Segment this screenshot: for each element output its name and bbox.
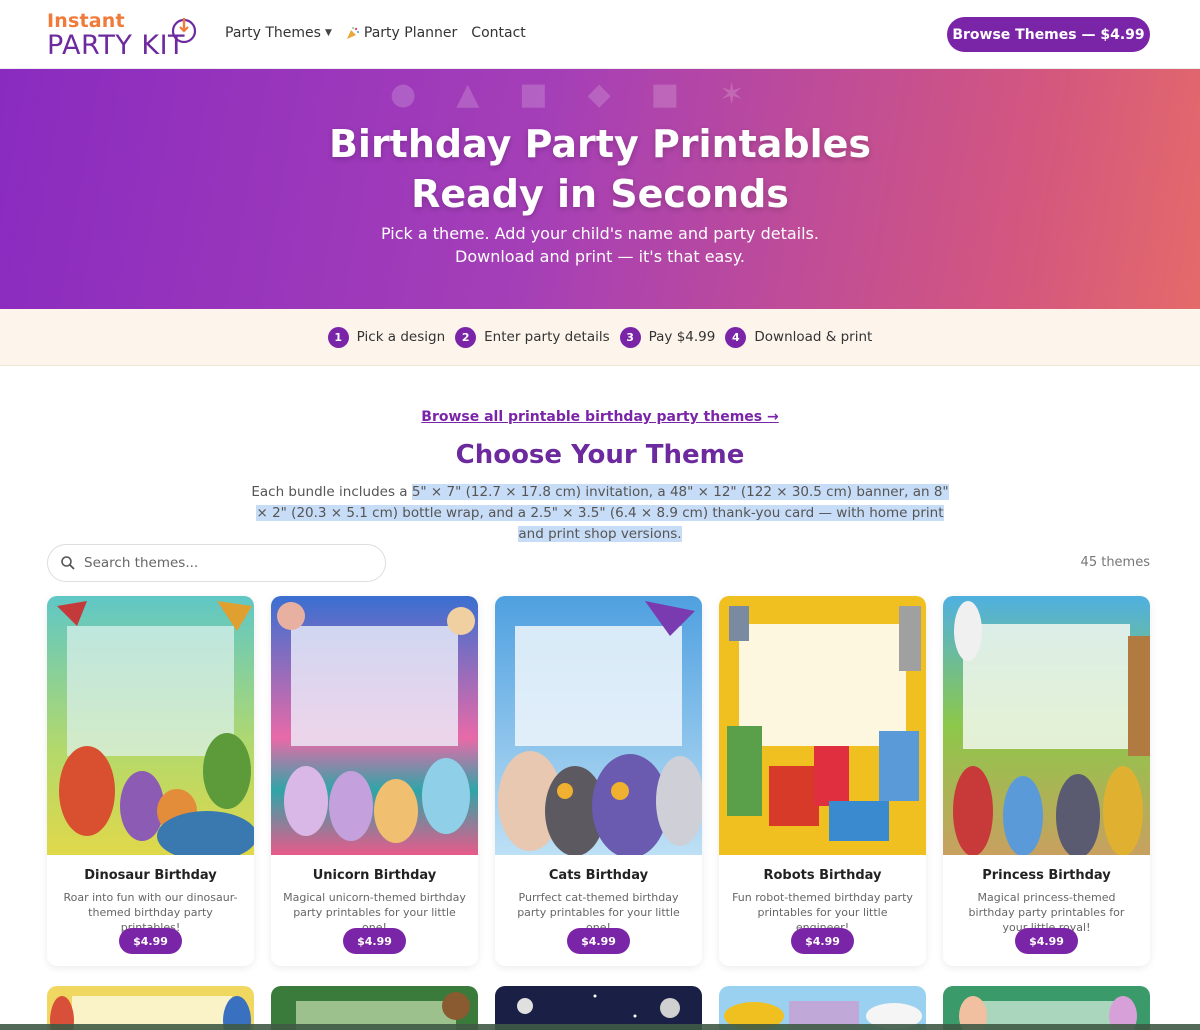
- step-label: Pick a design: [356, 329, 446, 345]
- browse-all-themes-link[interactable]: Browse all printable birthday party them…: [0, 409, 1200, 425]
- step-4: 4 Download & print: [725, 326, 873, 348]
- party-popper-icon: [346, 27, 359, 39]
- price-button[interactable]: $4.99: [1015, 928, 1078, 954]
- search-icon: [61, 556, 75, 570]
- price-button[interactable]: $4.99: [343, 928, 406, 954]
- theme-title: Robots Birthday: [763, 868, 882, 883]
- price-button[interactable]: $4.99: [791, 928, 854, 954]
- chevron-down-icon: ▼: [324, 28, 332, 38]
- nav-party-themes-label: Party Themes: [225, 25, 321, 41]
- step-label: Download & print: [754, 329, 873, 345]
- step-3: 3 Pay $4.99: [619, 326, 716, 348]
- confetti-icon: ✶: [719, 77, 745, 112]
- nav-party-planner-label: Party Planner: [363, 25, 458, 41]
- logo-bottom-text: PARTY KIT: [47, 30, 186, 61]
- bundle-description: Each bundle includes a 5" × 7" (12.7 × 1…: [250, 482, 950, 545]
- logo-top-text: Instant: [47, 10, 125, 32]
- theme-card-princess[interactable]: Princess Birthday Magical princess-theme…: [943, 596, 1150, 966]
- price-button[interactable]: $4.99: [119, 928, 182, 954]
- step-number: 1: [327, 326, 349, 348]
- theme-title: Unicorn Birthday: [312, 868, 437, 883]
- bundle-description-intro: Each bundle includes a: [251, 484, 412, 500]
- browse-themes-button[interactable]: Browse Themes — $4.99: [947, 17, 1150, 52]
- nav-contact-label: Contact: [471, 25, 526, 41]
- party-hat-icon: ▲: [456, 77, 480, 112]
- step-label: Pay $4.99: [648, 329, 716, 345]
- theme-title: Cats Birthday: [548, 868, 649, 883]
- theme-thumbnail: [495, 596, 702, 855]
- step-label: Enter party details: [484, 329, 610, 345]
- hero-decorations: ● ▲ ■ ◆ ■ ✶: [390, 77, 744, 112]
- top-navbar: Instant PARTY KIT Party Themes ▼ Party P…: [0, 0, 1200, 69]
- theme-thumbnail: [719, 596, 926, 855]
- search-input[interactable]: [84, 555, 364, 571]
- nav-party-themes[interactable]: Party Themes ▼: [225, 25, 332, 41]
- theme-search: [47, 544, 386, 582]
- balloon-icon: ●: [390, 77, 417, 112]
- theme-thumbnail: [271, 596, 478, 855]
- theme-card-cats[interactable]: Cats Birthday Purrfect cat-themed birthd…: [495, 596, 702, 966]
- nav-links: Party Themes ▼ Party Planner Contact: [225, 25, 526, 41]
- theme-count: 45 themes: [1080, 555, 1150, 570]
- present-icon: ■: [650, 77, 680, 112]
- nav-party-planner[interactable]: Party Planner: [346, 25, 457, 41]
- step-1: 1 Pick a design: [327, 326, 446, 348]
- steps-bar: 1 Pick a design 2 Enter party details 3 …: [0, 309, 1200, 366]
- theme-title: Dinosaur Birthday: [84, 868, 217, 883]
- theme-card-unicorn[interactable]: Unicorn Birthday Magical unicorn-themed …: [271, 596, 478, 966]
- logo-clock-icon: [171, 18, 197, 44]
- step-number: 2: [455, 326, 477, 348]
- site-logo[interactable]: Instant PARTY KIT: [47, 10, 207, 60]
- nav-contact[interactable]: Contact: [471, 25, 525, 41]
- hero-subtitle: Pick a theme. Add your child's name and …: [381, 224, 819, 266]
- theme-card-dinosaur[interactable]: Dinosaur Birthday Roar into fun with our…: [47, 596, 254, 966]
- hero-title-line2: Ready in Seconds: [411, 172, 789, 216]
- theme-thumbnail: [47, 596, 254, 855]
- step-number: 4: [725, 326, 747, 348]
- step-number: 3: [619, 326, 641, 348]
- page-bottom-edge: [0, 1024, 1200, 1030]
- price-button[interactable]: $4.99: [567, 928, 630, 954]
- section-title: Choose Your Theme: [455, 440, 745, 470]
- hero-title-line1: Birthday Party Printables: [328, 122, 872, 166]
- step-2: 2 Enter party details: [455, 326, 610, 348]
- hero-title: Birthday Party Printables Ready in Secon…: [0, 119, 1200, 219]
- theme-card-robots[interactable]: Robots Birthday Fun robot-themed birthda…: [719, 596, 926, 966]
- theme-thumbnail: [943, 596, 1150, 855]
- gift-icon: ◆: [587, 77, 611, 112]
- theme-title: Princess Birthday: [982, 868, 1111, 883]
- cake-icon: ■: [519, 77, 548, 112]
- hero-banner: ● ▲ ■ ◆ ■ ✶ Birthday Party Printables Re…: [0, 69, 1200, 309]
